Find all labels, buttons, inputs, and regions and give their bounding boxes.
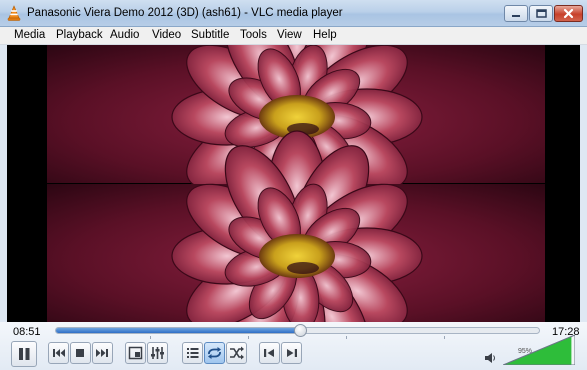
fullscreen-icon: [128, 346, 143, 360]
pause-icon: [19, 348, 30, 360]
menu-view[interactable]: View: [277, 29, 302, 41]
shuffle-icon: [230, 346, 244, 360]
seek-bar[interactable]: [55, 324, 540, 337]
stop-button[interactable]: [70, 342, 91, 364]
maximize-icon: [536, 9, 547, 18]
menu-video[interactable]: Video: [152, 29, 181, 41]
stop-icon: [76, 349, 84, 357]
seek-handle[interactable]: [294, 324, 308, 337]
close-button[interactable]: [554, 5, 583, 22]
playlist-icon: [187, 348, 199, 358]
loop-button[interactable]: [204, 342, 225, 364]
window-title: Panasonic Viera Demo 2012 (3D) (ash61) -…: [27, 7, 343, 19]
maximize-button[interactable]: [529, 5, 553, 22]
previous-button[interactable]: [48, 342, 69, 364]
next-button[interactable]: [92, 342, 113, 364]
menu-bar: Media Playback Audio Video Subtitle Tool…: [0, 27, 587, 45]
menu-subtitle[interactable]: Subtitle: [191, 29, 229, 41]
minimize-icon: [512, 15, 520, 17]
frame-forward-button[interactable]: [281, 342, 302, 364]
skip-next-icon: [96, 349, 108, 357]
loop-icon: [208, 347, 221, 359]
minimize-button[interactable]: [504, 5, 528, 22]
elapsed-time: 08:51: [13, 326, 41, 338]
extended-settings-button[interactable]: [147, 342, 168, 364]
title-bar: Panasonic Viera Demo 2012 (3D) (ash61) -…: [0, 0, 587, 27]
seek-tick: [444, 336, 445, 339]
frame-back-icon: [264, 349, 274, 357]
frame-forward-icon: [287, 349, 297, 357]
menu-help[interactable]: Help: [313, 29, 337, 41]
close-icon: [563, 8, 574, 19]
extended-settings-icon: [151, 347, 164, 359]
menu-playback[interactable]: Playback: [56, 29, 103, 41]
fullscreen-button[interactable]: [125, 342, 146, 364]
controls-panel: 08:51 17:28 95%: [0, 322, 587, 370]
video-area[interactable]: [7, 45, 580, 322]
video-frame: [47, 45, 545, 322]
vlc-cone-icon: [7, 5, 21, 21]
menu-media[interactable]: Media: [14, 29, 45, 41]
menu-tools[interactable]: Tools: [240, 29, 267, 41]
playlist-button[interactable]: [182, 342, 203, 364]
skip-previous-icon: [53, 349, 65, 357]
shuffle-button[interactable]: [226, 342, 247, 364]
seek-progress: [56, 328, 301, 333]
speaker-icon[interactable]: [484, 351, 498, 365]
seek-tick: [346, 336, 347, 339]
seek-tick: [248, 336, 249, 339]
pause-button[interactable]: [11, 341, 37, 367]
seek-tick: [150, 336, 151, 339]
menu-audio[interactable]: Audio: [110, 29, 139, 41]
volume-slider[interactable]: [503, 335, 575, 365]
frame-back-button[interactable]: [259, 342, 280, 364]
